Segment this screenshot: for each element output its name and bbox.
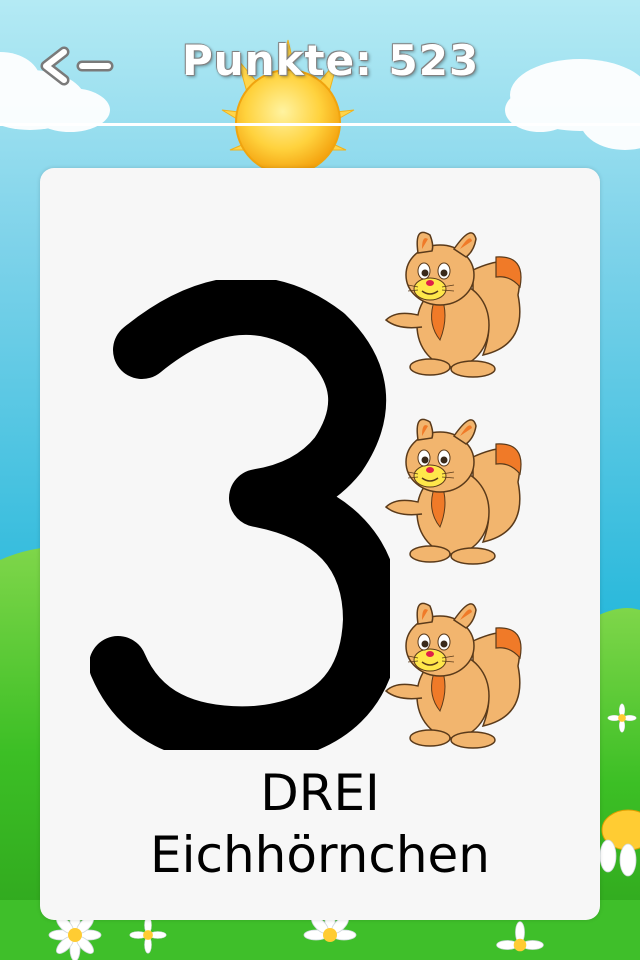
score-label: Punkte: 523	[182, 36, 480, 85]
number-word-label: DREI	[260, 764, 380, 822]
squirrel-icon	[385, 418, 522, 565]
squirrel-icon	[385, 231, 522, 378]
object-word-label: Eichhörnchen	[150, 826, 490, 884]
number-three-glyph	[90, 280, 390, 750]
top-bar: Punkte: 523	[0, 0, 640, 126]
back-button[interactable]	[38, 42, 118, 92]
squirrel-icon	[385, 602, 522, 749]
back-arrow-icon	[40, 46, 114, 86]
